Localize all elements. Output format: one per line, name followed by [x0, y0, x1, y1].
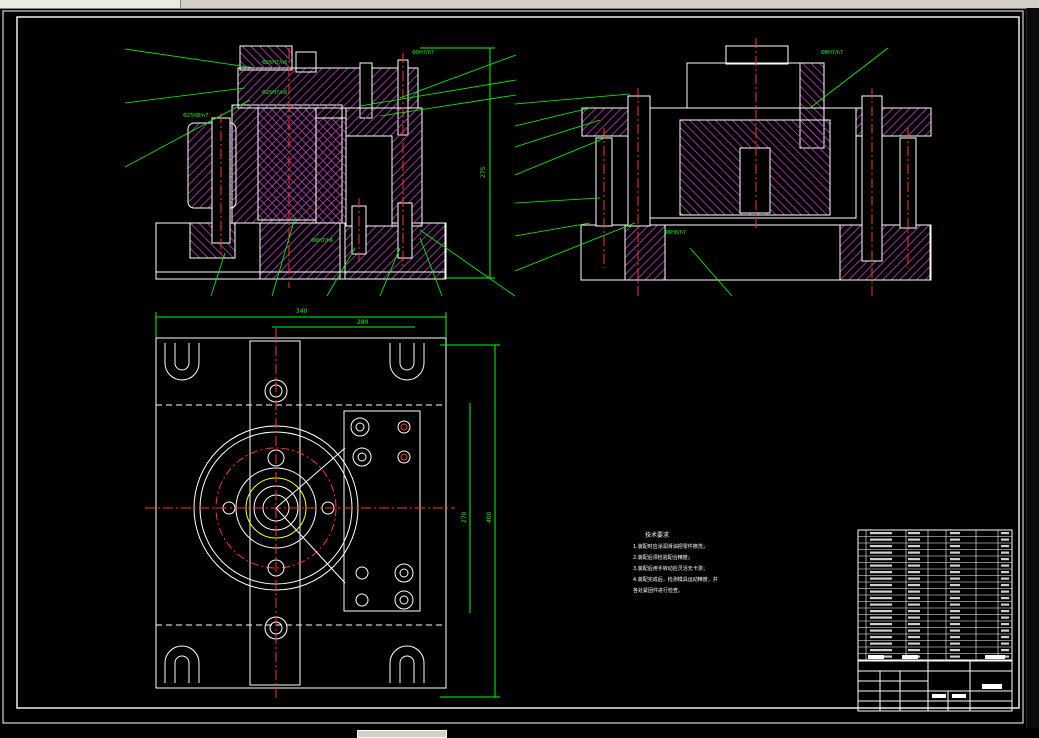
tech-notes-title: 技术要求: [645, 531, 669, 539]
tab-strip[interactable]: [0, 0, 181, 8]
side-fit-1: Φ8H7/h7: [821, 50, 843, 56]
cad-drawing-canvas[interactable]: 275 Φ25H7/n6 Φ25H7/n6 Φ25H8/n7 Φ8H7/h6 Φ…: [0, 8, 1039, 728]
side-section-view: [580, 38, 932, 298]
top-height-outer-dim: 400: [486, 511, 493, 523]
tech-note-2: 2.装配后须检验配合精度；: [633, 554, 693, 561]
top-width-outer-dim: 340: [296, 308, 308, 315]
tech-note-4: 4.装配完成后，检测模具运动精度，并: [633, 576, 718, 583]
front-fit-1: Φ25H7/n6: [262, 60, 287, 66]
front-fit-5: Φ8H7/h7: [412, 50, 434, 56]
horizontal-scrollbar[interactable]: [0, 728, 1039, 738]
top-height-inner-dim: 270: [461, 511, 468, 523]
front-fit-2: Φ25H7/n6: [262, 90, 287, 96]
front-fit-3: Φ25H8/n7: [183, 113, 208, 119]
tech-note-3: 3.装配后用手转动应灵活无卡滞；: [633, 565, 708, 572]
parts-list-table: [857, 529, 1013, 661]
side-fit-2: Φ6H8/h7: [664, 230, 686, 236]
top-plan-view: [145, 312, 500, 698]
technical-requirements: 技术要求 1.装配时应涂润滑油把零件擦洗； 2.装配后须检验配合精度； 3.装配…: [633, 531, 718, 594]
top-width-inner-dim: 280: [357, 319, 369, 326]
front-height-dim: 275: [480, 166, 487, 178]
tech-note-5: 各处紧固件进行检查。: [633, 587, 683, 594]
front-section-view: [155, 45, 495, 288]
scrollbar-thumb-icon[interactable]: [357, 730, 447, 738]
title-block: [857, 655, 1013, 712]
vertical-scrollbar[interactable]: [1026, 8, 1039, 728]
front-fit-4: Φ8H7/h6: [311, 238, 333, 244]
tech-note-1: 1.装配时应涂润滑油把零件擦洗；: [633, 543, 708, 550]
